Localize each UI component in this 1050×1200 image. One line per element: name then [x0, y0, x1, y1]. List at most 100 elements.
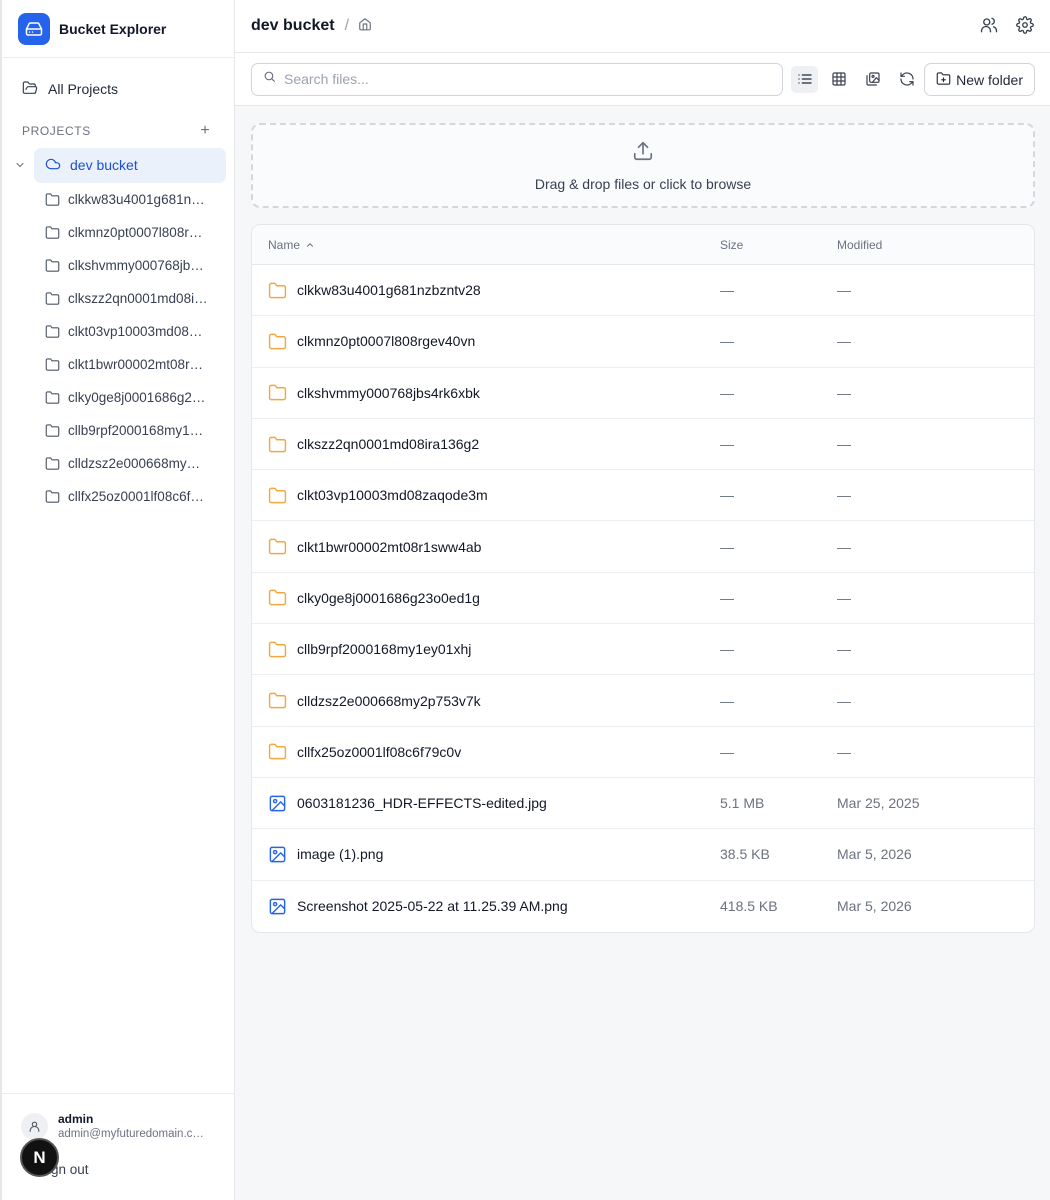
sidebar-folder-label: clky0ge8j0001686g2… [68, 390, 206, 405]
grid-view-icon[interactable] [825, 66, 852, 93]
sidebar-folder-item[interactable]: clkkw83u4001g681n… [2, 183, 234, 216]
cell-size: — [720, 384, 734, 401]
breadcrumb-separator: / [344, 17, 350, 34]
table-header: Name Size Modified [252, 225, 1034, 265]
sidebar-folder-label: clkshvmmy000768jb… [68, 258, 204, 273]
upload-icon [632, 140, 654, 167]
folder-icon [45, 192, 60, 207]
sidebar-folder-item[interactable]: clkshvmmy000768jb… [2, 249, 234, 282]
cell-name: clkt1bwr00002mt08r1sww4ab [252, 537, 704, 556]
search-input[interactable] [284, 71, 764, 87]
column-header-modified[interactable]: Modified [821, 238, 1034, 252]
sidebar-folder-item[interactable]: clky0ge8j0001686g2… [2, 381, 234, 414]
sidebar-folder-item[interactable]: clkmnz0pt0007l808r… [2, 216, 234, 249]
folder-icon [45, 357, 60, 372]
cell-name: clkt03vp10003md08zaqode3m [252, 486, 704, 505]
chevron-down-icon[interactable] [2, 159, 34, 171]
folder-icon [45, 489, 60, 504]
file-name: cllfx25oz0001lf08c6f79c0v [297, 743, 462, 760]
sidebar-folder-item[interactable]: cllb9rpf2000168my1… [2, 414, 234, 447]
search-icon [263, 70, 276, 88]
folder-plus-icon [936, 71, 951, 89]
cell-name: 0603181236_HDR-EFFECTS-edited.jpg [252, 794, 704, 813]
sidebar-folder-item[interactable]: clkszz2qn0001md08i… [2, 282, 234, 315]
column-header-name[interactable]: Name [252, 238, 704, 252]
folder-icon [268, 537, 287, 556]
folder-icon [45, 225, 60, 240]
folder-icon [268, 588, 287, 607]
user-name: admin [58, 1112, 94, 1126]
table-row[interactable]: clldzsz2e000668my2p753v7k — — [252, 675, 1034, 727]
search-box[interactable] [251, 62, 783, 96]
column-header-size[interactable]: Size [704, 238, 821, 252]
cell-size: — [720, 436, 734, 453]
sidebar-folder-label: clkkw83u4001g681n… [68, 192, 205, 207]
cell-modified: — [837, 384, 851, 401]
file-name: clkt1bwr00002mt08r1sww4ab [297, 538, 482, 555]
cell-modified: Mar 5, 2026 [837, 846, 912, 863]
cell-size: — [720, 487, 734, 504]
app-title: Bucket Explorer [59, 20, 167, 37]
table-row[interactable]: clkt03vp10003md08zaqode3m — — [252, 470, 1034, 522]
app-window: Bucket Explorer All Projects PROJECTS + … [0, 0, 1050, 1200]
table-row[interactable]: 0603181236_HDR-EFFECTS-edited.jpg 5.1 MB M… [252, 778, 1034, 830]
cell-name: clkmnz0pt0007l808rgev40vn [252, 332, 704, 351]
file-name: clkshvmmy000768jbs4rk6xbk [297, 384, 480, 401]
gear-icon[interactable] [1016, 16, 1034, 39]
table-row[interactable]: clkkw83u4001g681nzbzntv28 — — [252, 265, 1034, 317]
file-name: clkt03vp10003md08zaqode3m [297, 487, 488, 504]
column-header-name-label: Name [268, 237, 301, 252]
file-name: clky0ge8j0001686g23o0ed1g [297, 589, 480, 606]
table-row[interactable]: cllfx25oz0001lf08c6f79c0v — — [252, 727, 1034, 778]
folder-icon [45, 456, 60, 471]
nav-all-projects-label: All Projects [48, 81, 119, 97]
cell-name: clkkw83u4001g681nzbzntv28 [252, 281, 704, 300]
gallery-view-icon[interactable] [859, 66, 886, 93]
sidebar-item-dev-bucket[interactable]: dev bucket [34, 147, 226, 183]
table-row[interactable]: clkmnz0pt0007l808rgev40vn — — [252, 316, 1034, 368]
folder-open-icon [22, 80, 38, 99]
file-table: Name Size Modified clkkw83u4001g681nzbzn… [251, 224, 1035, 933]
cell-name: cllb9rpf2000168my1ey01xhj [252, 640, 704, 659]
user-block: admin admin@myfuturedomain.c… ign out N [2, 1093, 234, 1200]
table-row[interactable]: cllb9rpf2000168my1ey01xhj — — [252, 624, 1034, 676]
cell-modified: — [837, 743, 851, 760]
users-icon[interactable] [980, 16, 998, 39]
upload-dropzone[interactable]: Drag & drop files or click to browse [251, 123, 1035, 208]
sidebar-folder-item[interactable]: clldzsz2e000668my… [2, 447, 234, 480]
file-name: clkszz2qn0001md08ira136g2 [297, 436, 480, 453]
sidebar-folder-label: cllfx25oz0001lf08c6f… [68, 489, 204, 504]
table-row[interactable]: image (1).png 38.5 KB Mar 5, 2026 [252, 829, 1034, 881]
sidebar-folder-item[interactable]: clkt03vp10003md08… [2, 315, 234, 348]
table-row[interactable]: Screenshot 2025-05-22 at 11.25.39 AM.png… [252, 881, 1034, 932]
nav-all-projects[interactable]: All Projects [2, 69, 234, 109]
table-row[interactable]: clkszz2qn0001md08ira136g2 — — [252, 419, 1034, 471]
file-name: clkmnz0pt0007l808rgev40vn [297, 333, 476, 350]
new-folder-button[interactable]: New folder [924, 63, 1035, 96]
add-project-button[interactable]: + [196, 123, 214, 139]
folder-icon [268, 332, 287, 351]
sidebar-folder-item[interactable]: cllfx25oz0001lf08c6f… [2, 480, 234, 513]
folder-icon [45, 423, 60, 438]
home-icon[interactable] [358, 17, 372, 36]
file-name: image (1).png [297, 846, 384, 863]
table-row[interactable]: clkshvmmy000768jbs4rk6xbk — — [252, 368, 1034, 419]
cell-name: clkszz2qn0001md08ira136g2 [252, 435, 704, 454]
refresh-icon[interactable] [893, 66, 920, 93]
brand-header: Bucket Explorer [2, 0, 234, 58]
sidebar-folder-label: clldzsz2e000668my… [68, 456, 201, 471]
nextjs-badge[interactable]: N [20, 1138, 59, 1177]
table-row[interactable]: clky0ge8j0001686g23o0ed1g — — [252, 573, 1034, 625]
cell-size: 38.5 KB [720, 846, 770, 863]
cell-modified: Mar 5, 2026 [837, 898, 912, 915]
cell-size: — [720, 538, 734, 555]
folder-icon [268, 640, 287, 659]
breadcrumb-bucket[interactable]: dev bucket [251, 17, 335, 35]
sidebar-folder-item[interactable]: clkt1bwr00002mt08r… [2, 348, 234, 381]
toolbar: New folder [235, 53, 1050, 106]
table-row[interactable]: clkt1bwr00002mt08r1sww4ab — — [252, 521, 1034, 573]
image-file-icon [268, 794, 287, 813]
list-view-icon[interactable] [791, 65, 818, 93]
projects-section-header: PROJECTS + [2, 119, 234, 143]
cell-name: cllfx25oz0001lf08c6f79c0v [252, 742, 704, 761]
